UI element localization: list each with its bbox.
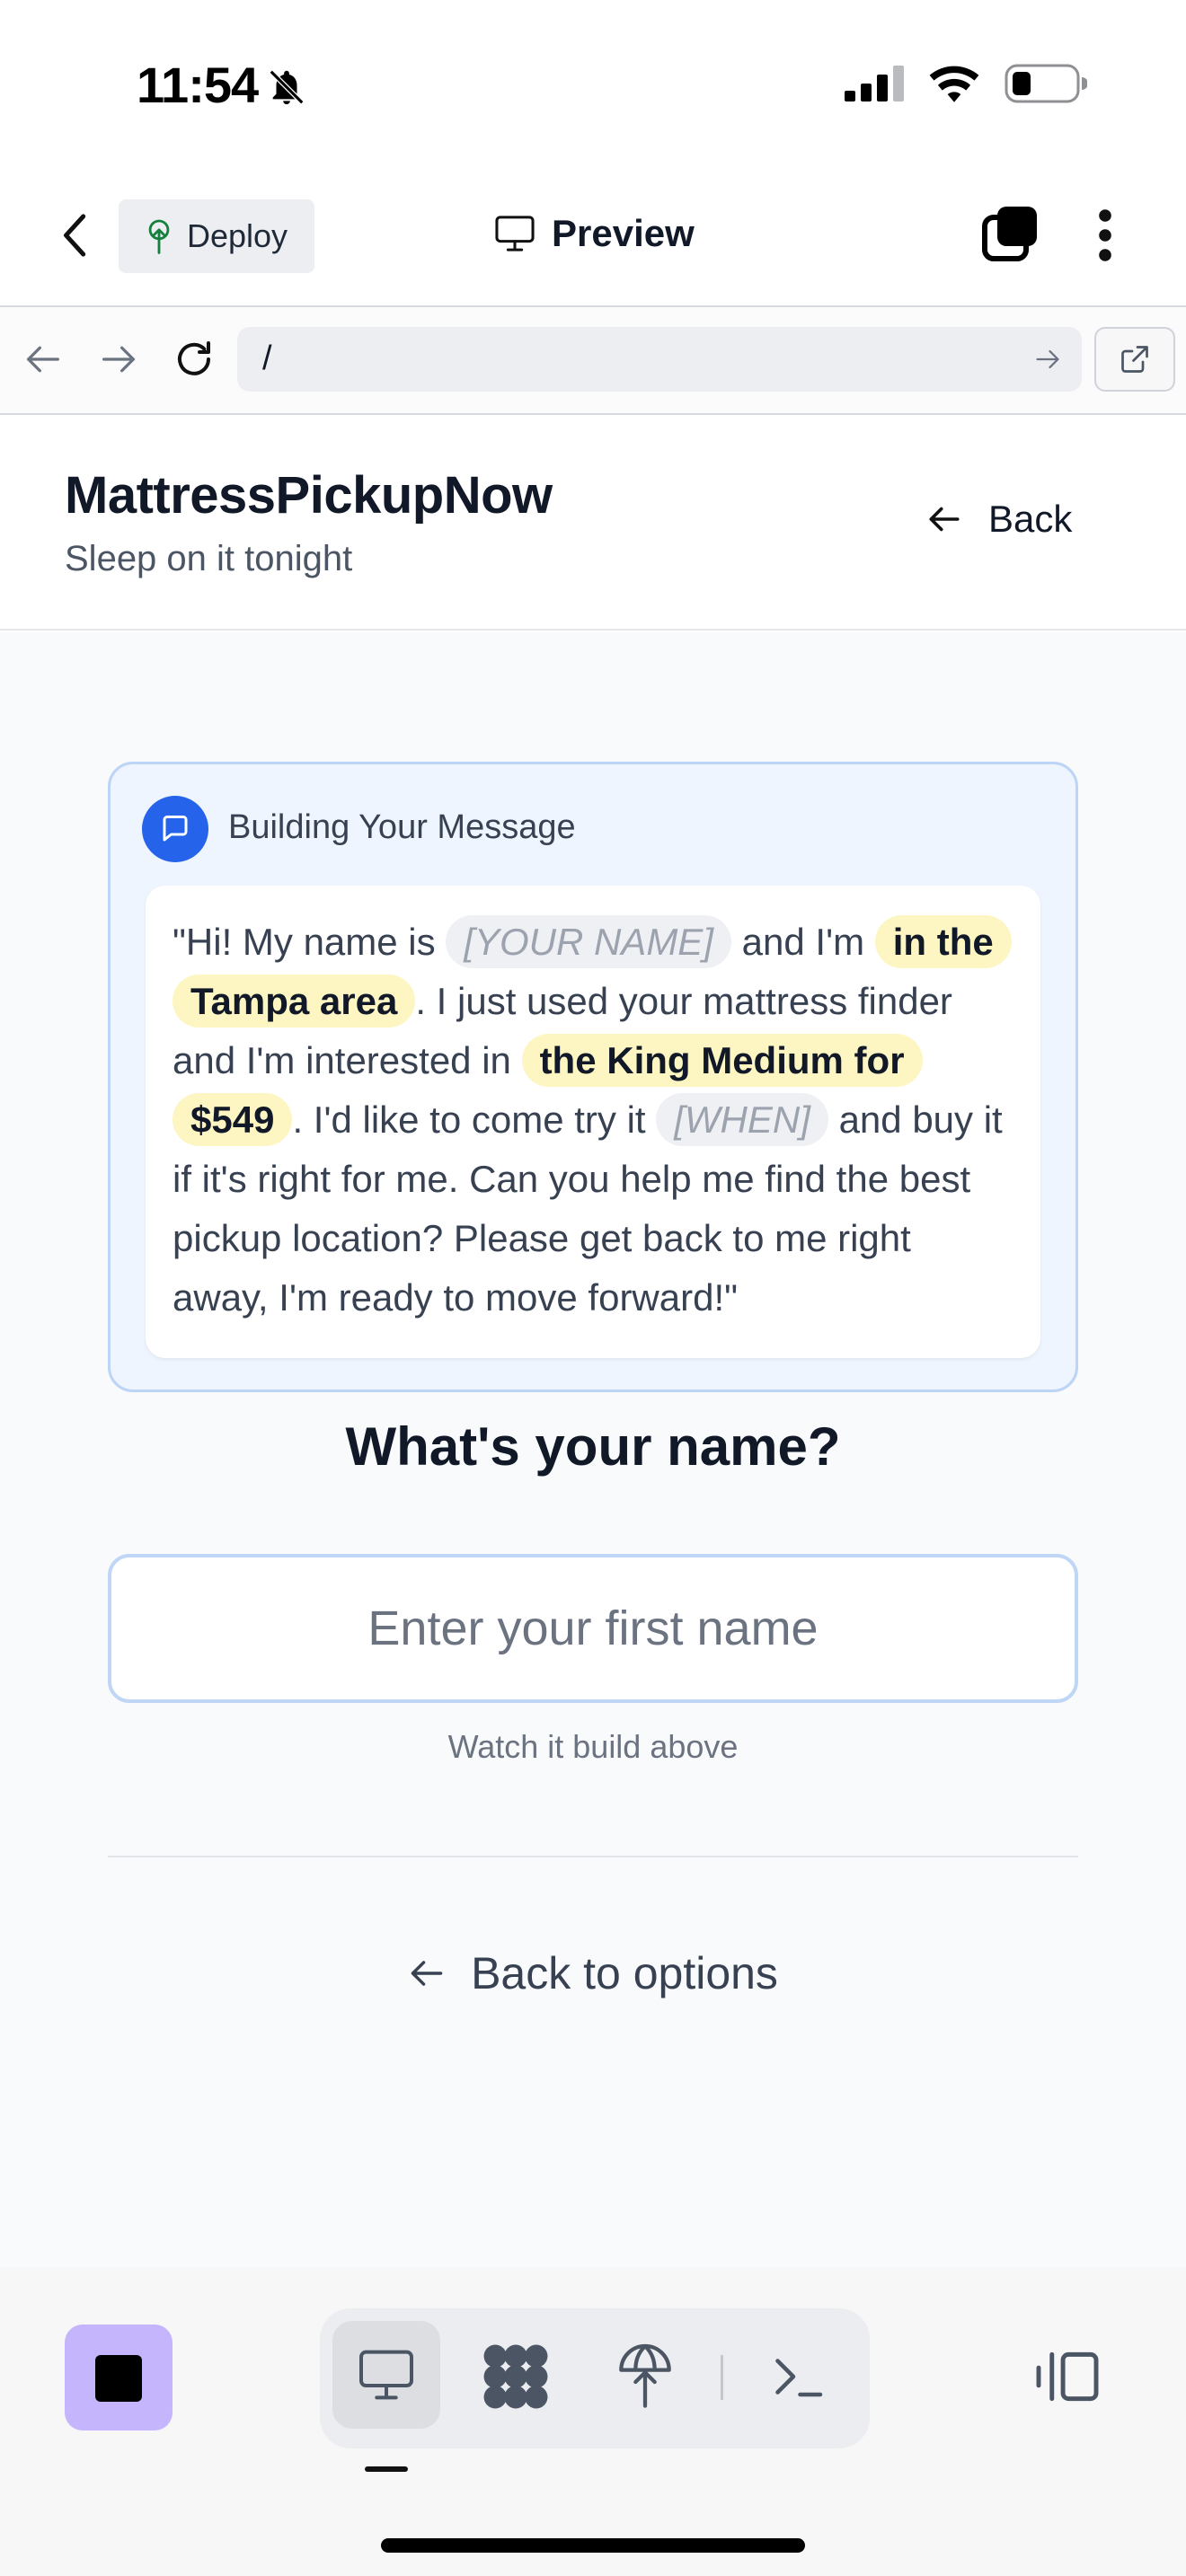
active-tab-indicator xyxy=(365,2466,408,2472)
url-field[interactable] xyxy=(237,327,1082,392)
message-card-title: Building Your Message xyxy=(228,808,576,846)
terminal-icon[interactable] xyxy=(771,2351,825,2402)
chat-badge xyxy=(142,796,208,862)
back-button[interactable]: Back xyxy=(925,498,1072,541)
bell-slash-icon xyxy=(269,69,305,105)
monitor-icon xyxy=(359,2350,413,2400)
url-text: / xyxy=(262,340,272,377)
stop-icon xyxy=(95,2355,142,2402)
reload-icon[interactable] xyxy=(173,338,216,381)
monitor-icon xyxy=(495,216,535,251)
tabs-icon[interactable] xyxy=(981,205,1039,262)
message-text-part: "Hi! My name is xyxy=(173,921,447,963)
toolbar-separator xyxy=(721,2355,723,2400)
arrow-left-icon xyxy=(411,1961,443,1986)
open-external-button[interactable] xyxy=(1094,327,1175,392)
name-question: What's your name? xyxy=(345,1416,841,1477)
brand-tagline: Sleep on it tonight xyxy=(65,539,353,578)
name-placeholder-chip: [YOUR NAME] xyxy=(446,915,731,968)
back-label: Back xyxy=(988,498,1073,540)
message-text-part: and I'm xyxy=(731,921,875,963)
wifi-icon xyxy=(929,66,979,102)
arrow-left-icon xyxy=(929,507,960,532)
back-to-options-label: Back to options xyxy=(471,1948,778,1998)
message-text: "Hi! My name is [YOUR NAME] and I'm in t… xyxy=(173,913,1013,1328)
status-time-text: 11:54 xyxy=(137,57,259,113)
first-name-input[interactable] xyxy=(108,1554,1078,1703)
grid-icon[interactable] xyxy=(482,2342,550,2411)
deploy-label: Deploy xyxy=(187,217,288,254)
status-time: 11:54 xyxy=(137,56,259,114)
divider xyxy=(108,1856,1078,1857)
chat-icon xyxy=(163,816,188,842)
more-icon[interactable] xyxy=(1093,208,1118,262)
message-text-part: . I'd like to come try it xyxy=(292,1098,657,1141)
signal-icon xyxy=(845,66,904,101)
open-external-icon xyxy=(1121,346,1148,373)
go-arrow-icon[interactable] xyxy=(1033,347,1062,372)
arrow-right-icon[interactable] xyxy=(99,341,138,377)
preview-title[interactable]: Preview xyxy=(494,212,695,255)
panel-toggle-icon[interactable] xyxy=(1033,2348,1102,2405)
back-to-options-button[interactable]: Back to options xyxy=(0,1947,1186,1999)
arrow-left-icon[interactable] xyxy=(23,341,63,377)
input-hint: Watch it build above xyxy=(447,1728,739,1765)
status-icons xyxy=(845,63,1087,104)
battery-icon xyxy=(1005,64,1087,103)
brand-title[interactable]: MattressPickupNow xyxy=(65,465,553,525)
publish-icon[interactable] xyxy=(616,2341,674,2409)
preview-label: Preview xyxy=(552,212,695,254)
message-text-box: "Hi! My name is [YOUR NAME] and I'm in t… xyxy=(146,886,1040,1358)
home-indicator xyxy=(381,2538,805,2553)
deploy-button[interactable]: Deploy xyxy=(119,199,315,273)
when-placeholder-chip: [WHEN] xyxy=(656,1093,828,1146)
chevron-left-icon[interactable] xyxy=(56,210,97,260)
deploy-icon xyxy=(148,219,170,254)
